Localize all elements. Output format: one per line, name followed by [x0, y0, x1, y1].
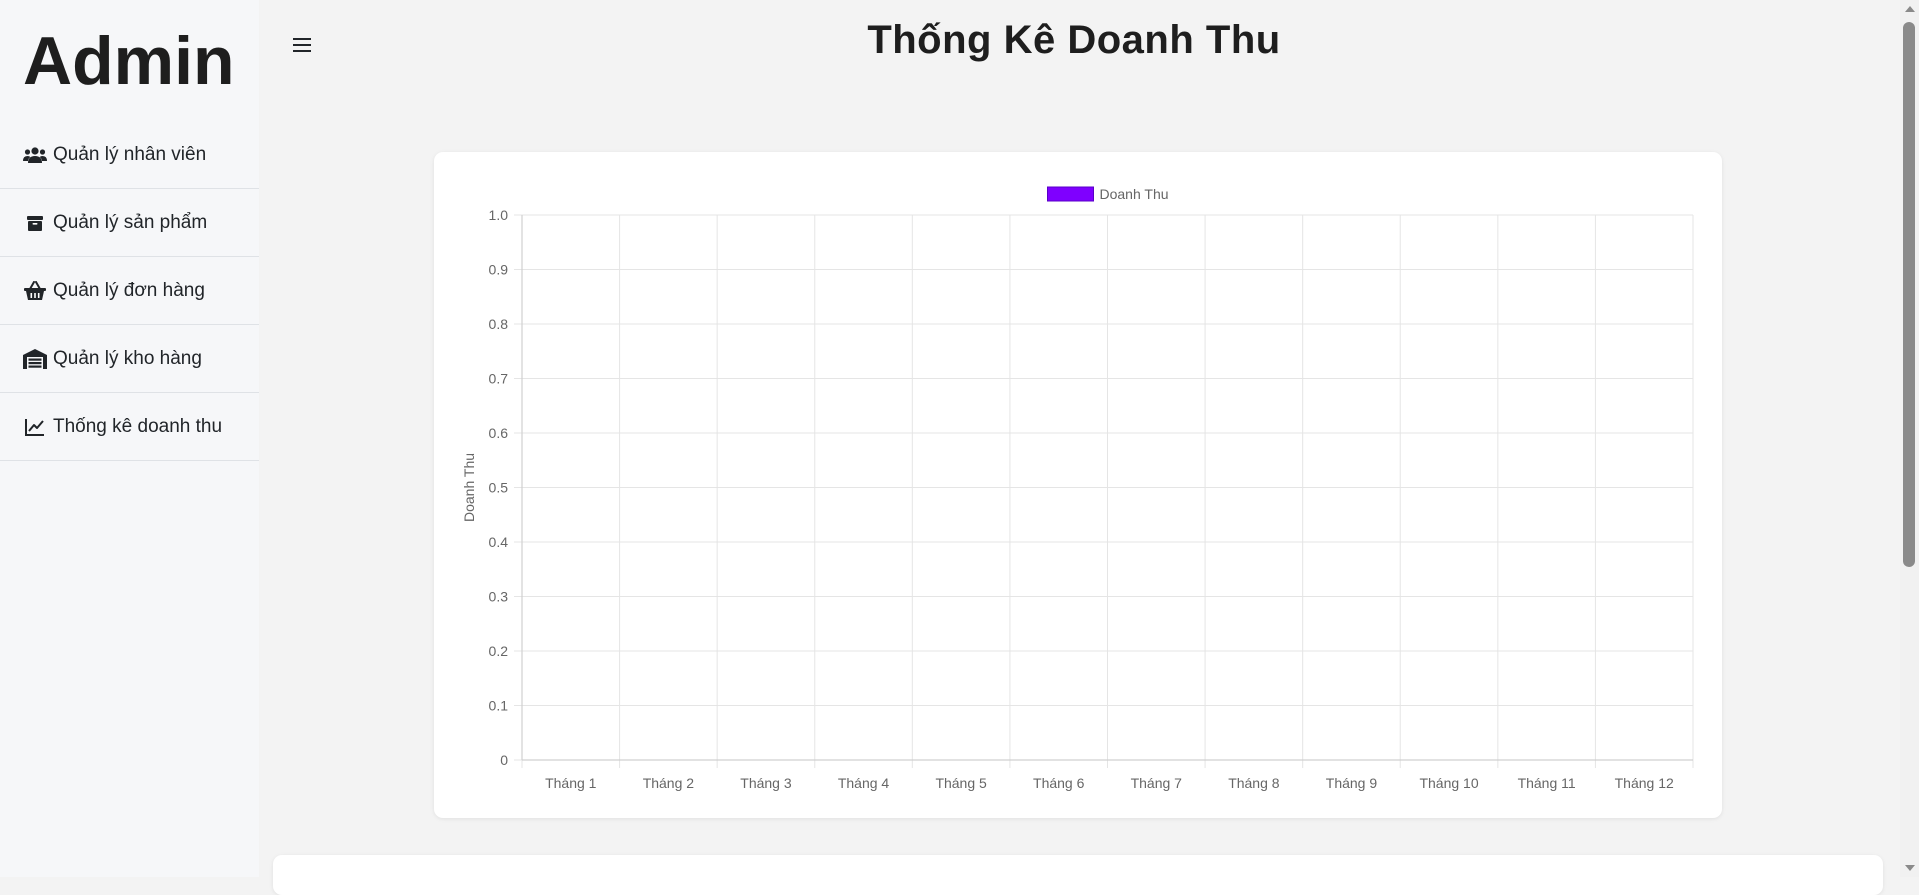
y-tick-label: 1.0	[489, 207, 509, 223]
sidebar-item-products[interactable]: Quản lý sản phẩm	[0, 189, 259, 257]
y-tick-label: 0.5	[489, 480, 509, 496]
basket-icon	[23, 279, 47, 303]
x-tick-label: Tháng 6	[1033, 775, 1085, 791]
revenue-chart: 0 0.1 0.2 0.3 0.4 0.5 0.6 0.7 0.8 0.9 1.0 Tháng 1 Th…	[461, 186, 1694, 791]
brand-title: Admin	[23, 23, 235, 99]
scroll-up-arrow-icon[interactable]	[1900, 0, 1919, 17]
x-tick-label: Tháng 7	[1131, 775, 1183, 791]
y-tick-label: 0.9	[489, 262, 509, 278]
revenue-chart-card: 0 0.1 0.2 0.3 0.4 0.5 0.6 0.7 0.8 0.9 1.0 Tháng 1 Th…	[434, 152, 1722, 818]
sidebar-item-orders[interactable]: Quản lý đơn hàng	[0, 257, 259, 325]
x-tick-label: Tháng 2	[643, 775, 695, 791]
scroll-down-arrow-icon[interactable]	[1900, 860, 1919, 877]
x-tick-label: Tháng 12	[1615, 775, 1674, 791]
sidebar-item-label: Quản lý sản phẩm	[53, 211, 208, 233]
sidebar-item-warehouse[interactable]: Quản lý kho hàng	[0, 325, 259, 393]
sidebar-item-label: Quản lý đơn hàng	[53, 279, 205, 301]
legend-swatch	[1047, 186, 1094, 202]
sidebar-item-label: Quản lý nhân viên	[53, 143, 207, 165]
y-tick-label: 0.7	[489, 371, 509, 387]
box-icon	[23, 211, 47, 235]
x-tick-label: Tháng 1	[545, 775, 597, 791]
sidebar-item-revenue[interactable]: Thống kê doanh thu	[0, 393, 259, 461]
page-title: Thống Kê Doanh Thu	[867, 18, 1281, 62]
y-tick-label: 0	[500, 752, 508, 768]
sidebar-item-label: Quản lý kho hàng	[53, 347, 202, 369]
y-tick-label: 0.8	[489, 316, 509, 332]
users-icon	[23, 143, 47, 167]
x-tick-label: Tháng 4	[838, 775, 890, 791]
legend-label: Doanh Thu	[1100, 186, 1169, 202]
sidebar-nav: Quản lý nhân viên Quản lý sản phẩm Quản …	[0, 121, 259, 461]
sidebar-item-employees[interactable]: Quản lý nhân viên	[0, 121, 259, 189]
x-tick-label: Tháng 11	[1518, 775, 1576, 791]
y-tick-label: 0.1	[489, 698, 509, 714]
scrollbar-thumb[interactable]	[1903, 22, 1915, 567]
secondary-card	[273, 855, 1883, 895]
x-tick-label: Tháng 8	[1228, 775, 1280, 791]
sidebar: Admin Quản lý nhân viên Quản lý sản phẩm…	[0, 0, 259, 877]
x-tick-label: Tháng 10	[1419, 775, 1478, 791]
sidebar-item-label: Thống kê doanh thu	[53, 415, 223, 437]
y-tick-label: 0.4	[489, 534, 509, 550]
chart-line-icon	[23, 415, 47, 439]
y-tick-label: 0.3	[489, 589, 509, 605]
y-axis-title: Doanh Thu	[461, 453, 477, 522]
page-scrollbar[interactable]	[1900, 0, 1919, 877]
x-tick-label: Tháng 9	[1326, 775, 1378, 791]
y-tick-label: 0.6	[489, 425, 509, 441]
x-tick-label: Tháng 3	[740, 775, 792, 791]
warehouse-icon	[23, 347, 47, 371]
x-tick-label: Tháng 5	[935, 775, 987, 791]
y-tick-label: 0.2	[489, 643, 509, 659]
